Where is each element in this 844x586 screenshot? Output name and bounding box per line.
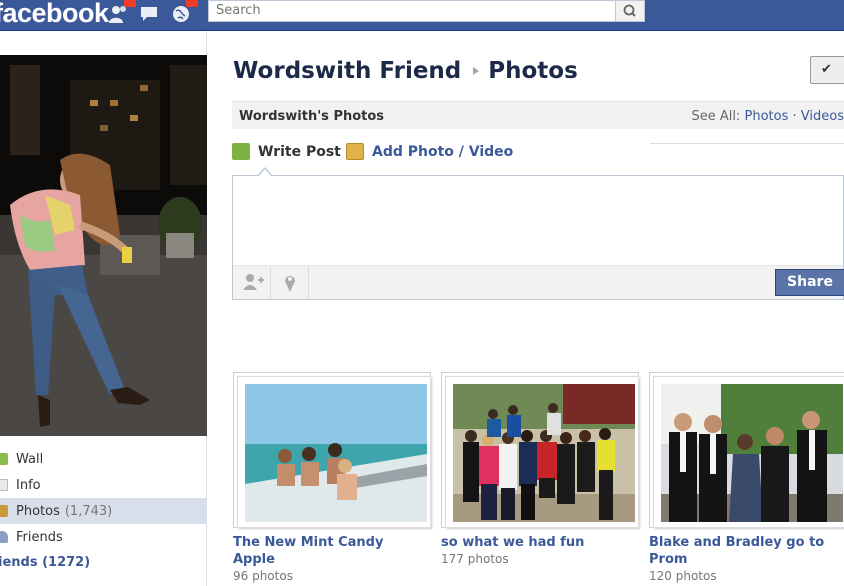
section-name: Photos: [488, 58, 578, 84]
search-input[interactable]: Search: [208, 0, 616, 22]
edit-button[interactable]: ✔: [810, 56, 844, 84]
album-photo-count: 96 photos: [233, 569, 293, 583]
nav-item-info[interactable]: Info: [0, 472, 207, 498]
composer-caret: [257, 167, 273, 177]
notifications-globe-icon[interactable]: [170, 0, 198, 25]
add-photo-icon: [346, 143, 364, 160]
nav-label: Photos: [16, 503, 60, 519]
album-cover-photo[interactable]: [661, 384, 843, 522]
photos-icon: [0, 505, 8, 517]
messages-icon[interactable]: [139, 3, 161, 25]
nav-label: Info: [16, 477, 41, 493]
profile-nav: Wall Info Photos (1,743) Friends: [0, 446, 207, 550]
friends-icon: [0, 531, 8, 543]
write-post-label: Write Post: [258, 143, 341, 160]
facebook-logo[interactable]: facebook: [0, 0, 109, 29]
nav-item-photos[interactable]: Photos (1,743): [0, 498, 207, 524]
location-icon: [285, 276, 295, 292]
album-photo-count: 120 photos: [649, 569, 717, 583]
write-post-icon: [232, 143, 250, 160]
album-title[interactable]: The New Mint Candy Apple 96 photos: [233, 534, 428, 585]
search-button[interactable]: [615, 0, 645, 22]
album-title[interactable]: Blake and Bradley go to Prom 120 photos: [649, 534, 844, 585]
info-icon: [0, 479, 8, 491]
album-name[interactable]: Blake and Bradley go to Prom: [649, 535, 824, 567]
see-all-videos-link[interactable]: Videos: [801, 109, 844, 124]
nav-label: Friends: [16, 529, 63, 545]
top-bar: facebook Search: [0, 0, 844, 31]
album-cover-photo[interactable]: [453, 384, 635, 522]
tag-friends-icon: [243, 274, 264, 290]
see-all-separator: ·: [792, 109, 797, 124]
left-column: Wall Info Photos (1,743) Friends iends (…: [0, 31, 207, 586]
tag-friends-button[interactable]: [233, 266, 271, 299]
album-name[interactable]: so what we had fun: [441, 535, 584, 550]
write-post-tab[interactable]: Write Post: [232, 143, 341, 160]
composer-tabs: Write Post Add Photo / Video: [232, 143, 844, 171]
photos-count: (1,743): [64, 503, 113, 519]
notification-badge: [186, 0, 198, 7]
add-photo-label: Add Photo / Video: [372, 143, 514, 160]
composer-toolbar: Share: [233, 265, 844, 299]
add-photo-tab[interactable]: Add Photo / Video: [346, 143, 513, 160]
location-button[interactable]: [271, 266, 309, 299]
album-name[interactable]: The New Mint Candy Apple: [233, 535, 383, 567]
page-title: Wordswith Friend Photos: [233, 58, 578, 84]
share-button[interactable]: Share: [775, 269, 844, 296]
composer-textarea[interactable]: Share: [232, 167, 844, 300]
tab-divider: [650, 143, 844, 145]
album-photo-count: 177 photos: [441, 552, 509, 566]
nav-label: Wall: [16, 451, 44, 467]
friends-count-link[interactable]: iends (1272): [0, 555, 90, 570]
nav-item-friends[interactable]: Friends: [0, 524, 207, 550]
breadcrumb-arrow-icon: [473, 67, 480, 75]
friend-requests-icon[interactable]: [108, 0, 136, 25]
see-all-photos-link[interactable]: Photos: [745, 109, 789, 124]
nav-item-wall[interactable]: Wall: [0, 446, 207, 472]
album-title[interactable]: so what we had fun 177 photos: [441, 534, 636, 568]
wall-icon: [0, 453, 8, 465]
profile-picture[interactable]: [0, 55, 207, 436]
see-all: See All: Photos · Videos: [691, 109, 844, 124]
search-icon: [623, 4, 636, 17]
notification-badge: [124, 0, 136, 7]
see-all-prefix: See All:: [691, 109, 741, 124]
photos-header-title: Wordswith's Photos: [239, 109, 385, 124]
album-cover-photo[interactable]: [245, 384, 427, 522]
profile-name-link[interactable]: Wordswith Friend: [233, 58, 461, 84]
photos-header-bar: Wordswith's Photos See All: Photos · Vid…: [232, 101, 844, 129]
